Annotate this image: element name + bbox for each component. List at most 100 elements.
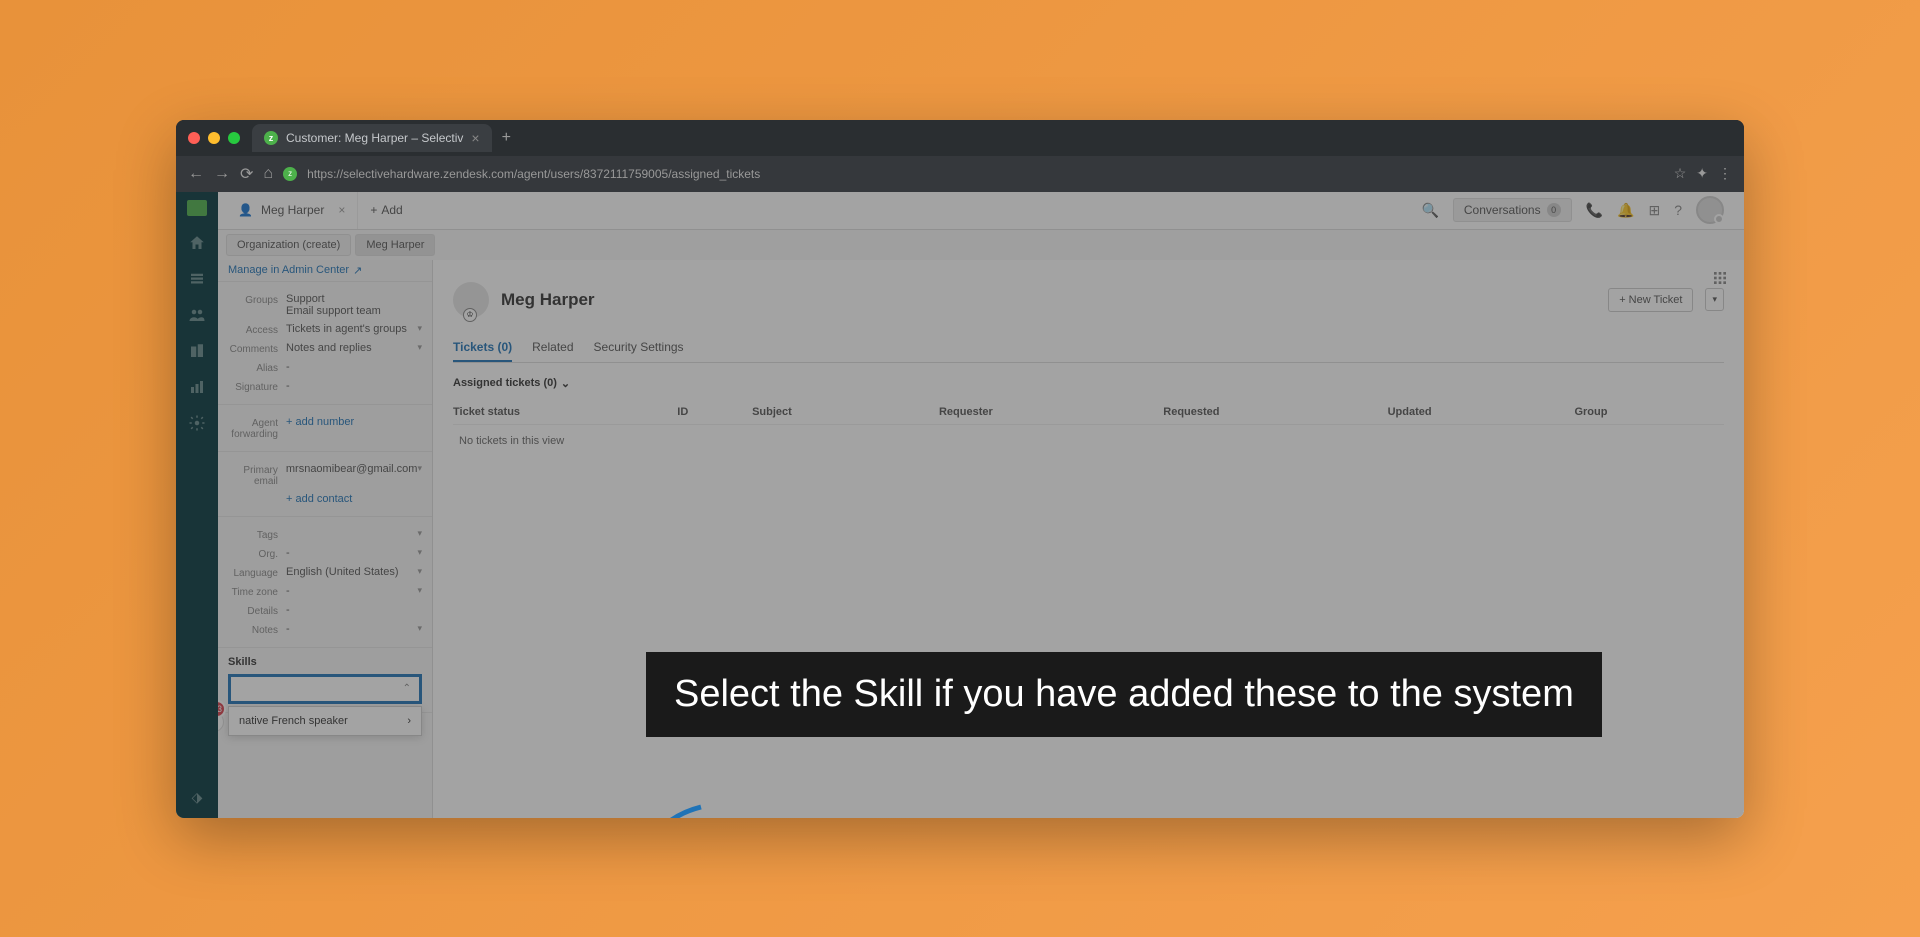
tab-security[interactable]: Security Settings: [594, 334, 684, 362]
alias-value: -: [286, 361, 422, 373]
workspace-tab-user[interactable]: 👤 Meg Harper ×: [226, 192, 358, 229]
apps-panel-icon[interactable]: [1712, 270, 1728, 286]
chevron-right-icon: ›: [407, 715, 411, 727]
add-contact-link[interactable]: + add contact: [286, 493, 422, 505]
signature-label: Signature: [228, 380, 286, 393]
new-ticket-button[interactable]: + New Ticket: [1608, 288, 1693, 312]
nav-forward-icon[interactable]: →: [214, 165, 230, 183]
field-access[interactable]: Access Tickets in agent's groups ▾: [218, 320, 432, 339]
skills-option-label: native French speaker: [239, 715, 348, 727]
skills-input-wrap[interactable]: ⌃: [228, 674, 422, 704]
chevron-down-icon: ⌄: [561, 377, 570, 390]
field-comments[interactable]: Comments Notes and replies ▾: [218, 339, 432, 358]
tab-tickets[interactable]: Tickets (0): [453, 334, 512, 362]
language-label: Language: [228, 566, 286, 579]
details-label: Details: [228, 604, 286, 617]
search-icon[interactable]: 🔍: [1421, 202, 1438, 219]
help-icon[interactable]: ?: [1674, 202, 1682, 218]
field-group-forwarding: Agent forwarding + add number: [218, 404, 432, 451]
views-icon[interactable]: [188, 270, 206, 288]
nav-home-icon[interactable]: ⌂: [263, 165, 273, 183]
notes-label: Notes: [228, 623, 286, 636]
reporting-icon[interactable]: [188, 378, 206, 396]
zendesk-favicon-icon: z: [264, 131, 278, 145]
traffic-lights: [188, 132, 240, 144]
add-label: Add: [381, 203, 402, 217]
extensions-icon[interactable]: ✦: [1696, 165, 1708, 182]
chevron-down-icon: ▾: [417, 585, 422, 596]
tab-close-icon[interactable]: ×: [471, 130, 479, 146]
field-primary-email: Primary email mrsnaomibear@gmail.com ▾: [218, 460, 432, 490]
window-maximize-icon[interactable]: [228, 132, 240, 144]
field-timezone[interactable]: Time zone - ▾: [218, 582, 432, 601]
external-link-icon: ↗: [353, 264, 362, 277]
browser-menu-icon[interactable]: ⋮: [1718, 165, 1732, 182]
admin-link-label: Manage in Admin Center: [228, 264, 349, 276]
skills-dropdown: native French speaker ›: [228, 706, 422, 736]
customers-icon[interactable]: [188, 306, 206, 324]
title-bar: z Customer: Meg Harper – Selectiv × +: [176, 120, 1744, 156]
workspace-tab-label: Meg Harper: [261, 203, 324, 217]
home-icon[interactable]: [188, 234, 206, 252]
subtab-user[interactable]: Meg Harper: [355, 234, 435, 256]
col-updated[interactable]: Updated: [1388, 406, 1575, 418]
workspace-tabs: 👤 Meg Harper × + Add 🔍 Conversations 0 📞…: [218, 192, 1744, 230]
tab-title: Customer: Meg Harper – Selectiv: [286, 131, 463, 145]
org-label: Org.: [228, 547, 286, 560]
new-tab-button[interactable]: +: [502, 129, 511, 147]
user-avatar[interactable]: [1696, 196, 1724, 224]
workspace-add-button[interactable]: + Add: [358, 203, 414, 217]
chevron-down-icon: ▾: [417, 566, 422, 577]
browser-tab[interactable]: z Customer: Meg Harper – Selectiv ×: [252, 124, 492, 152]
nav-reload-icon[interactable]: ⟳: [240, 164, 253, 184]
conversations-button[interactable]: Conversations 0: [1453, 198, 1572, 222]
chevron-down-icon: ▾: [417, 463, 422, 474]
field-agent-forwarding: Agent forwarding + add number: [218, 413, 432, 443]
person-icon: 👤: [238, 203, 253, 217]
bookmark-star-icon[interactable]: ☆: [1674, 165, 1687, 182]
chevron-down-icon: ▾: [417, 323, 422, 334]
field-notes: Notes - ▾: [218, 620, 432, 639]
col-requester[interactable]: Requester: [939, 406, 1163, 418]
user-name-heading: Meg Harper: [501, 290, 595, 310]
col-subject[interactable]: Subject: [752, 406, 939, 418]
instruction-arrow-icon: [631, 797, 711, 818]
field-org[interactable]: Org. - ▾: [218, 544, 432, 563]
app-area: ⬗ 👤 Meg Harper × + Add 🔍 Conversations 0…: [176, 192, 1744, 818]
zendesk-logo-icon[interactable]: [187, 200, 207, 216]
zendesk-mark-icon[interactable]: ⬗: [192, 789, 203, 806]
add-number-link[interactable]: + add number: [286, 416, 422, 428]
field-tags[interactable]: Tags ▾: [218, 525, 432, 544]
no-tickets-message: No tickets in this view: [453, 425, 1724, 457]
field-language[interactable]: Language English (United States) ▾: [218, 563, 432, 582]
nav-back-icon[interactable]: ←: [188, 165, 204, 183]
field-group-role: Groups Support Email support team Access…: [218, 281, 432, 404]
manage-admin-link[interactable]: Manage in Admin Center ↗: [218, 260, 432, 281]
assigned-header-label: Assigned tickets (0): [453, 377, 557, 389]
lock-icon: z: [283, 167, 297, 181]
window-close-icon[interactable]: [188, 132, 200, 144]
col-id[interactable]: ID: [677, 406, 752, 418]
url-text[interactable]: https://selectivehardware.zendesk.com/ag…: [307, 167, 1664, 181]
col-requested[interactable]: Requested: [1163, 406, 1387, 418]
tab-related[interactable]: Related: [532, 334, 573, 362]
organizations-icon[interactable]: [188, 342, 206, 360]
admin-icon[interactable]: [188, 414, 206, 432]
apps-grid-icon[interactable]: ⊞: [1648, 202, 1660, 219]
skills-input[interactable]: [239, 683, 403, 695]
col-status[interactable]: Ticket status: [453, 406, 677, 418]
chevron-up-icon: ⌃: [403, 683, 411, 694]
field-group-contact: Primary email mrsnaomibear@gmail.com ▾ +…: [218, 451, 432, 516]
workspace-tab-close-icon[interactable]: ×: [338, 203, 345, 217]
window-minimize-icon[interactable]: [208, 132, 220, 144]
skills-label: Skills: [228, 656, 422, 668]
notification-bell-icon[interactable]: 🔔: [1617, 202, 1634, 219]
skills-option-french[interactable]: native French speaker ›: [229, 707, 421, 735]
alias-label: Alias: [228, 361, 286, 374]
phone-icon[interactable]: 📞: [1586, 202, 1603, 219]
plus-icon: +: [370, 203, 377, 217]
assigned-tickets-header[interactable]: Assigned tickets (0) ⌄: [453, 377, 1724, 390]
field-group-details: Tags ▾ Org. - ▾ Language English (United…: [218, 516, 432, 647]
col-group[interactable]: Group: [1574, 406, 1724, 418]
subtab-organization[interactable]: Organization (create): [226, 234, 351, 256]
